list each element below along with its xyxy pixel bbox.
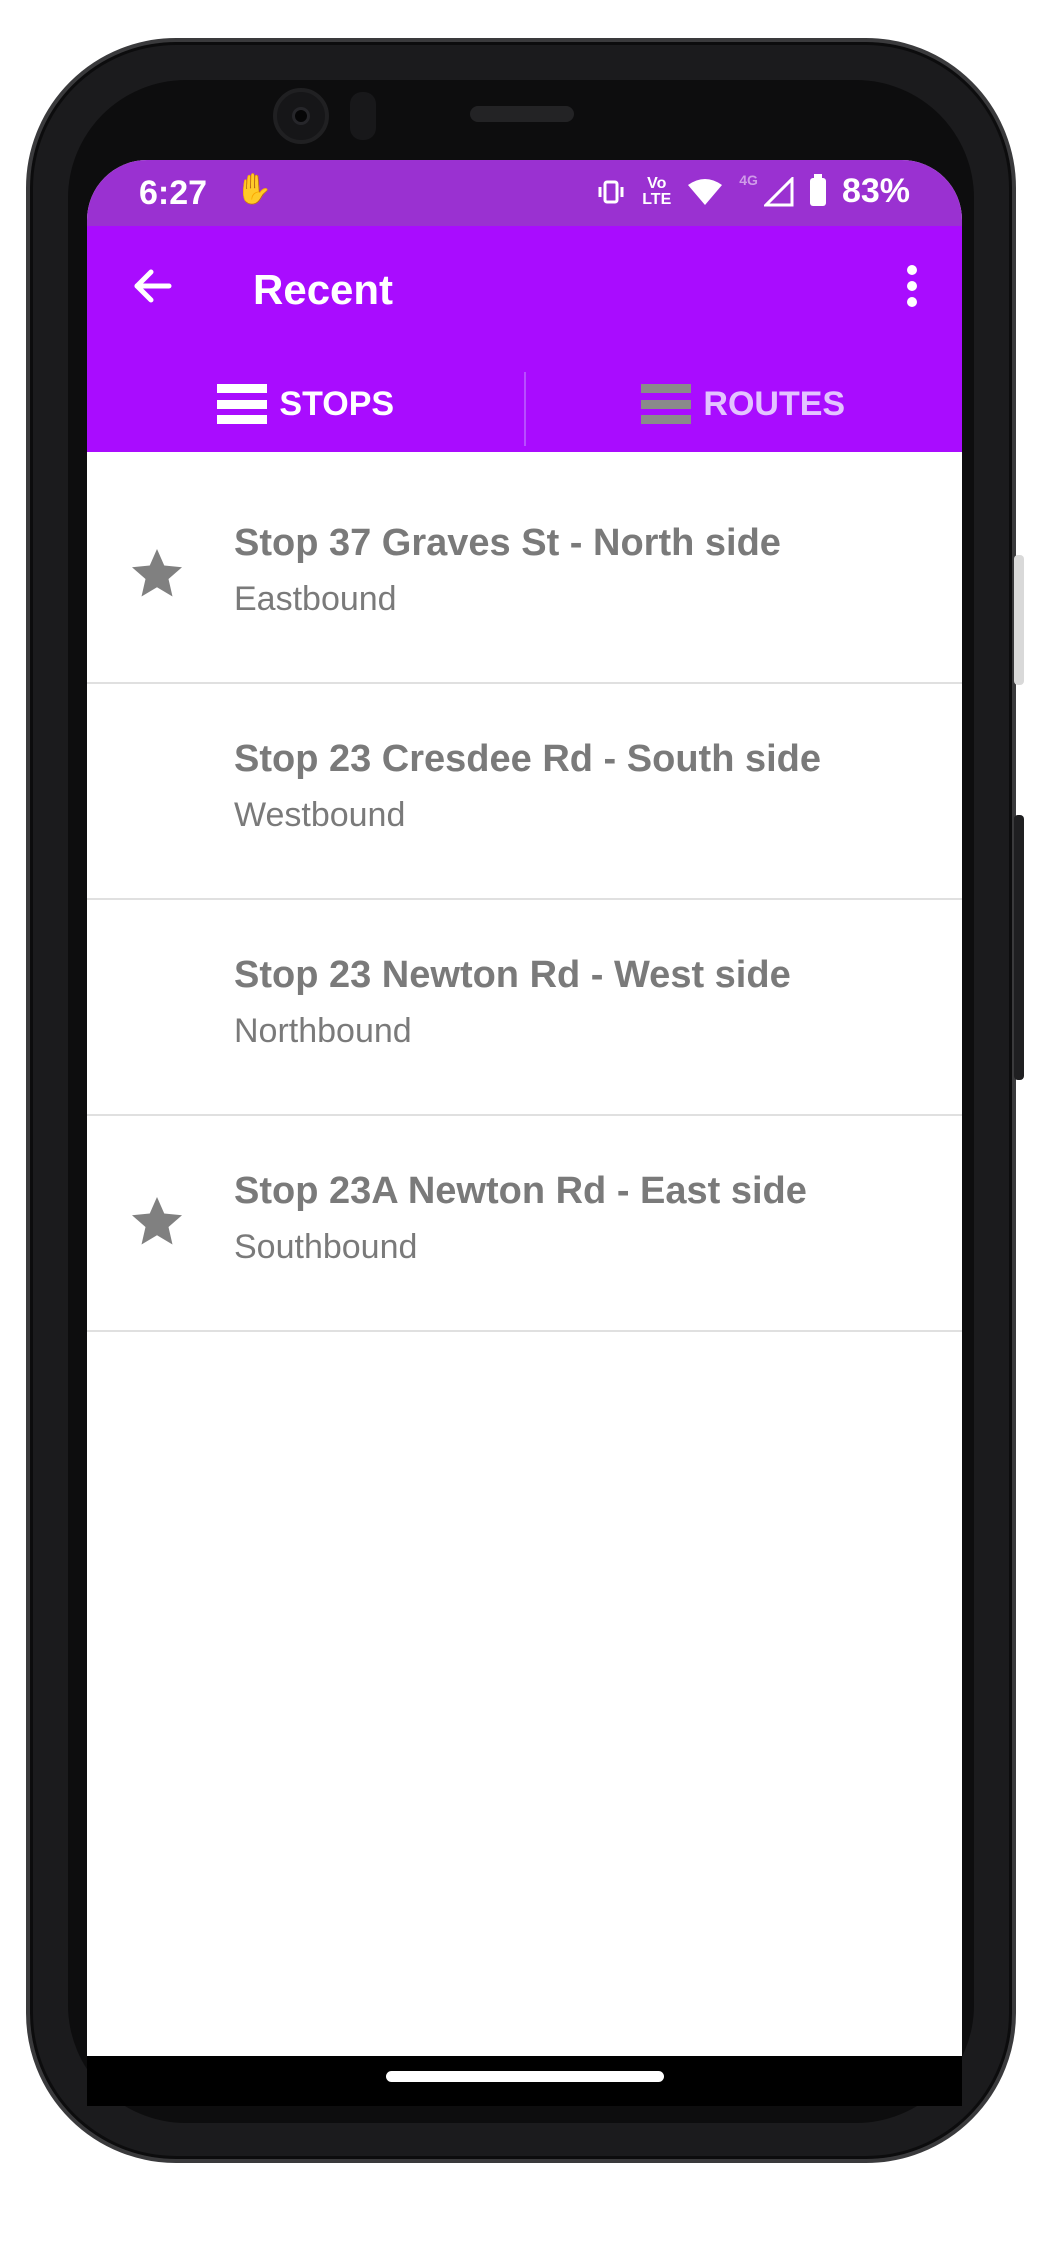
status-time: 6:27 bbox=[139, 174, 208, 212]
stop-name: Stop 37 Graves St - North side bbox=[234, 522, 781, 564]
battery-icon bbox=[809, 173, 826, 206]
power-button bbox=[1014, 815, 1024, 1080]
stop-direction: Northbound bbox=[234, 1012, 412, 1050]
arrow-left-icon[interactable] bbox=[129, 262, 177, 310]
app-bar: Recent bbox=[87, 226, 962, 356]
home-gesture-handle[interactable] bbox=[386, 2071, 664, 2082]
tab-stops-label: STOPS bbox=[279, 384, 395, 423]
wifi-icon bbox=[688, 178, 723, 205]
battery-percent: 83% bbox=[841, 172, 910, 210]
list-item[interactable]: Stop 23 Newton Rd - West side Northbound bbox=[87, 900, 962, 1116]
list-icon bbox=[641, 384, 692, 424]
list-item[interactable]: Stop 37 Graves St - North side Eastbound bbox=[87, 468, 962, 684]
hand-icon: ✋ bbox=[235, 173, 273, 206]
stop-direction: Eastbound bbox=[234, 580, 397, 618]
tab-stops[interactable]: STOPS bbox=[87, 356, 525, 452]
cell-signal-icon bbox=[763, 176, 794, 206]
list-item[interactable]: Stop 23A Newton Rd - East side Southboun… bbox=[87, 1116, 962, 1332]
star-icon[interactable] bbox=[127, 544, 187, 604]
stop-name: Stop 23 Newton Rd - West side bbox=[234, 954, 791, 996]
volte-top-label: Vo bbox=[647, 174, 667, 192]
network-type: 4G bbox=[739, 172, 758, 188]
page-title: Recent bbox=[253, 266, 394, 313]
status-icons: Vo LTE 4G 83% bbox=[596, 172, 910, 211]
stop-direction: Westbound bbox=[234, 796, 406, 834]
volume-button bbox=[1014, 555, 1024, 685]
volte-bottom-label: LTE bbox=[642, 190, 672, 208]
more-vertical-icon[interactable] bbox=[902, 262, 922, 310]
tab-routes-label: ROUTES bbox=[703, 384, 846, 423]
stop-list: Stop 37 Graves St - North side Eastbound… bbox=[87, 468, 962, 1332]
star-icon[interactable] bbox=[127, 1192, 187, 1252]
screen: 6:27 ✋ Vo LTE 4G 83% Recent STOPS ROUTES… bbox=[87, 160, 962, 2056]
stop-name: Stop 23A Newton Rd - East side bbox=[234, 1170, 807, 1212]
tab-routes[interactable]: ROUTES bbox=[525, 356, 963, 452]
stop-direction: Southbound bbox=[234, 1228, 418, 1266]
earpiece-speaker bbox=[470, 106, 574, 122]
vibrate-icon bbox=[598, 180, 624, 203]
list-icon bbox=[217, 384, 268, 424]
tab-divider bbox=[524, 372, 526, 446]
stop-name: Stop 23 Cresdee Rd - South side bbox=[234, 738, 821, 780]
front-camera bbox=[273, 88, 329, 144]
status-bar: 6:27 ✋ Vo LTE 4G 83% bbox=[87, 160, 962, 226]
volte-icon: Vo LTE bbox=[642, 174, 672, 208]
list-item[interactable]: Stop 23 Cresdee Rd - South side Westboun… bbox=[87, 684, 962, 900]
proximity-sensor bbox=[350, 92, 376, 140]
